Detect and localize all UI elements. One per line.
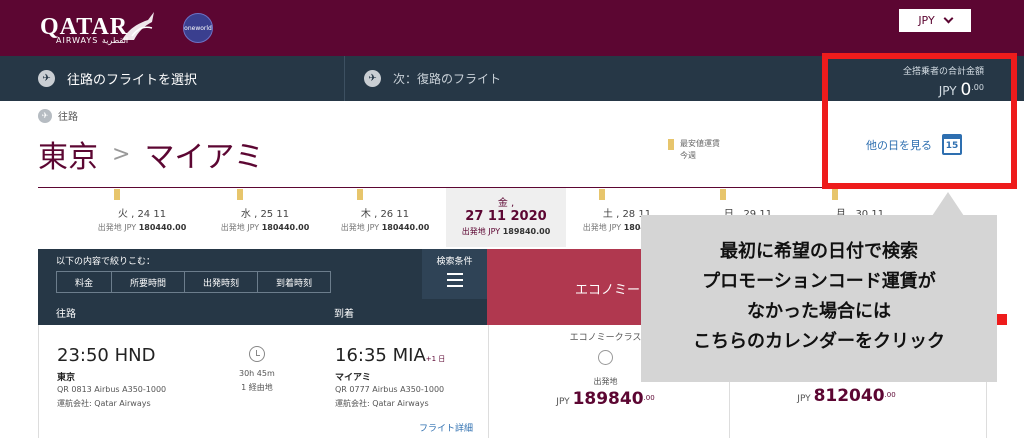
date-tab[interactable]: 木 , 26 11 出発地 JPY 180440.00 [325,188,445,247]
callout-line: なかった場合には [747,301,891,322]
clock-icon [249,346,265,362]
filter-duration-button[interactable]: 所要時間 [111,271,185,293]
origin-city: 東京 [38,140,98,175]
step-divider [344,56,345,101]
direction-label: 往路 [58,112,78,123]
highlight-marker [997,314,1007,325]
date-tab[interactable]: 火 , 24 11 出発地 JPY 180440.00 [82,188,202,247]
fare-amount: JPY 189840.00 [556,389,655,409]
sliders-icon [446,273,463,287]
cheapest-fare-legend: 最安値運賃 今週 [668,138,720,162]
route-separator: > [112,141,131,167]
bookmark-icon [832,189,838,200]
oryx-logo-icon [122,12,154,40]
cheapest-sub: 今週 [680,151,696,160]
date-price: 出発地 JPY 180440.00 [97,223,187,232]
cheapest-label: 最安値運賃 [680,139,720,148]
bookmark-icon [720,189,726,200]
departure-time: 23:50 HND [57,345,156,366]
arrival-city: マイアミ [335,373,371,383]
callout-line: プロモーションコード運賃が [702,271,936,292]
callout-annotation: 最初に希望の日付で検索 プロモーションコード運賃が なかった場合には こちらのカ… [641,215,997,382]
departure-meta: QR 0813 Airbus A350-1000 運航会社: Qatar Air… [57,385,167,408]
search-conditions-label: 検索条件 [436,257,473,267]
oneworld-icon: oneworld [183,13,213,43]
highlight-box [822,53,1017,189]
date-price: 出発地 JPY 180440.00 [340,223,430,232]
date-label: 木 , 26 11 [360,209,410,220]
duration: 30h 45m 1 経由地 [239,369,275,392]
date-label: 火 , 24 11 [117,209,167,220]
plane-icon: ✈ [38,70,55,87]
callout-line: 最初に希望の日付で検索 [720,241,918,262]
search-conditions-button[interactable]: 検索条件 [422,249,487,299]
filter-price-button[interactable]: 料金 [56,271,112,293]
col-outbound: 往路 [56,309,76,320]
step-return-flight[interactable]: ✈ 次：復路のフライト [364,56,501,101]
filter-departure-button[interactable]: 出発時刻 [184,271,258,293]
filter-arrival-button[interactable]: 到着時刻 [257,271,331,293]
bookmark-icon [599,189,605,200]
route-title: 東京 > マイアミ [38,132,264,176]
arrival-time: 16:35 MIA+1 日 [335,345,446,366]
bookmark-icon [114,189,120,200]
fare-radio[interactable] [598,350,613,365]
date-big: 27 11 2020 [465,209,547,224]
top-header: QATAR AIRWAYS القطرية oneworld JPY [0,0,1024,56]
step-select-outbound[interactable]: ✈ 往路のフライトを選択 [38,56,197,101]
economy-label: エコノミー [575,283,641,298]
date-tab[interactable]: 水 , 25 11 出発地 JPY 180440.00 [205,188,325,247]
chevron-down-icon [943,13,954,24]
filter-bar: 以下の内容で絞りこむ： 料金 所要時間 出発時刻 到着時刻 検索条件 [38,249,487,299]
destination-city: マイアミ [144,140,264,175]
outbound-tag: ✈ 往路 [38,108,78,123]
col-arrival: 到着 [334,309,354,320]
step-label: 次：復路のフライト [393,72,502,86]
currency-selector[interactable]: JPY [899,9,971,32]
bookmark-icon [237,189,243,200]
date-label: 金 , [497,198,515,209]
plane-icon: ✈ [38,108,52,123]
callout-pointer [932,192,964,216]
flight-details-link[interactable]: フライト詳細 [419,421,473,434]
date-price: 出発地 JPY 189840.00 [461,227,551,236]
column-header: 往路 到着 [38,299,487,325]
date-tab-selected[interactable]: 金 , 27 11 2020 出発地 JPY 189840.00 [446,188,566,247]
filter-title: 以下の内容で絞りこむ： [56,257,156,267]
step-label: 往路のフライトを選択 [67,73,198,88]
date-label: 水 , 25 11 [240,209,290,220]
date-price: 出発地 JPY 180440.00 [220,223,310,232]
arrival-meta: QR 0777 Airbus A350-1000 運航会社: Qatar Air… [335,385,445,408]
plane-return-icon: ✈ [364,70,381,87]
bookmark-icon [668,139,674,150]
currency-value: JPY [918,14,935,27]
departure-city: 東京 [57,373,76,383]
bookmark-icon [357,189,363,200]
callout-line: こちらのカレンダーをクリック [693,331,945,352]
fare-amount: JPY 812040.00 [797,386,896,406]
